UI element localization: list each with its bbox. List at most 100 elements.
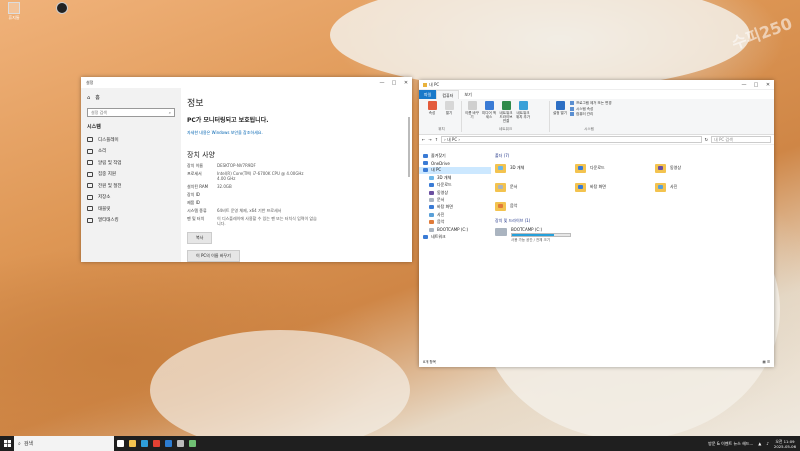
view-toggle-icons[interactable]: ▦ ☰ xyxy=(762,360,770,365)
news-widget[interactable]: 방문 & 이벤트 뉴스 헤드... xyxy=(708,441,753,447)
nav-item[interactable]: 문서 xyxy=(419,196,491,203)
close-button[interactable]: ✕ xyxy=(762,82,774,88)
nav-item[interactable]: 내 PC xyxy=(419,166,491,175)
back-icon[interactable]: ← xyxy=(422,137,425,142)
folders-section-header[interactable]: 폴더 (7) xyxy=(495,153,770,159)
address-bar[interactable]: › 내 PC › xyxy=(441,136,702,143)
nav-item[interactable]: 즐겨찾기 xyxy=(419,152,491,159)
refresh-icon[interactable]: ↻ xyxy=(705,137,708,142)
settings-content: 정보 PC가 모니터링되고 보호됩니다. 자세한 내용은 Windows 보안을… xyxy=(187,88,402,262)
nav-item-label: 즐겨찾기 xyxy=(431,152,446,158)
explorer-search-input[interactable]: 내 PC 검색 xyxy=(711,136,771,143)
forward-icon[interactable]: → xyxy=(428,137,431,142)
folder-label: 음악 xyxy=(510,203,518,208)
open-settings-button[interactable]: 설정 열기 xyxy=(553,101,567,118)
network-icon[interactable]: ▲ xyxy=(758,441,761,446)
add-network-location-button[interactable]: 네트워크 위치 추가 xyxy=(516,101,530,123)
task-view-taskbar-button[interactable] xyxy=(114,436,126,451)
minimize-button[interactable]: — xyxy=(738,82,750,88)
folder-item[interactable]: 다운로드 xyxy=(575,162,655,174)
computer-management-icon xyxy=(570,112,574,116)
media-access-button[interactable]: 미디어 액세스 xyxy=(482,101,496,123)
desktop-icon-recycle-bin[interactable]: 휴지통 xyxy=(2,2,26,20)
media-access-icon xyxy=(484,101,494,110)
nav-item[interactable]: 다운로드 xyxy=(419,182,491,189)
sidebar-item-sound[interactable]: 소리 xyxy=(81,146,181,158)
settings-taskbar-button[interactable] xyxy=(174,436,186,451)
home-nav[interactable]: ⌂ 홈 xyxy=(81,88,181,105)
sidebar-item-multitasking[interactable]: 멀티태스킹 xyxy=(81,215,181,227)
open-button[interactable]: 열기 xyxy=(442,101,456,115)
nav-item[interactable]: 바탕 화면 xyxy=(419,204,491,211)
tab-computer[interactable]: 컴퓨터 xyxy=(436,90,460,99)
folder-item[interactable]: 3D 개체 xyxy=(495,162,575,174)
explorer-titlebar[interactable]: 내 PC — □ ✕ xyxy=(419,80,774,90)
chrome-taskbar-button[interactable] xyxy=(150,436,162,451)
sidebar-item-tablet[interactable]: 태블릿 xyxy=(81,203,181,215)
tab-file[interactable]: 파일 xyxy=(419,90,437,99)
folder-item[interactable]: 문서 xyxy=(495,181,575,193)
folder-item[interactable]: 동영상 xyxy=(655,162,735,174)
clock[interactable]: 오전 11:09 2025-05-06 xyxy=(774,439,796,449)
windows-logo-icon xyxy=(3,440,11,447)
system-links: 프로그램 제거 또는 변경 시스템 속성 컴퓨터 관리 xyxy=(570,101,612,118)
nav-item-label: 문서 xyxy=(437,197,445,203)
protection-status: PC가 모니터링되고 보호됩니다. xyxy=(187,117,269,124)
navigation-pane: 즐겨찾기 OneDrive 내 PC 3D 개체 다운로드 동영상 문서 바탕 화면 사진 음악 B… xyxy=(419,148,491,358)
nav-item[interactable]: 동영상 xyxy=(419,189,491,196)
folder-item[interactable]: 음악 xyxy=(495,200,575,212)
sidebar-item-display[interactable]: 디스플레이 xyxy=(81,134,181,146)
nav-item[interactable]: 3D 개체 xyxy=(419,174,491,181)
maximize-button[interactable]: □ xyxy=(388,80,400,86)
nav-item[interactable]: 사진 xyxy=(419,211,491,218)
store-taskbar-button[interactable] xyxy=(162,436,174,451)
drives-section-header[interactable]: 장치 및 드라이브 (1) xyxy=(495,218,770,224)
maximize-button[interactable]: □ xyxy=(750,82,762,88)
properties-button[interactable]: 속성 xyxy=(425,101,439,115)
folder-item[interactable]: 바탕 화면 xyxy=(575,181,655,193)
start-button[interactable] xyxy=(0,436,14,451)
rename-button[interactable]: 이름 바꾸기 xyxy=(465,101,479,123)
pictures-icon xyxy=(429,212,434,217)
map-network-drive-button[interactable]: 네트워크 드라이브 연결 xyxy=(499,101,513,123)
nav-item[interactable]: OneDrive xyxy=(419,159,491,166)
map-network-drive-icon xyxy=(501,101,511,110)
copy-button[interactable]: 복사 xyxy=(187,232,213,244)
button-label: 네트워크 위치 추가 xyxy=(516,111,530,119)
rename-pc-button[interactable]: 이 PC의 이름 바꾸기 xyxy=(187,250,240,262)
nav-item[interactable]: 음악 xyxy=(419,219,491,226)
tab-view[interactable]: 보기 xyxy=(459,90,476,99)
security-link[interactable]: 자세한 내용은 Windows 보안을 참조하세요. xyxy=(187,130,402,136)
music-icon xyxy=(429,220,434,225)
settings-titlebar[interactable]: 설정 — □ ✕ xyxy=(81,77,412,88)
button-label: 속성 xyxy=(428,111,436,115)
sidebar-item-focus[interactable]: 집중 지원 xyxy=(81,169,181,181)
desktop-icon-shortcut[interactable] xyxy=(50,2,74,15)
up-icon[interactable]: ↑ xyxy=(435,137,438,142)
minimize-button[interactable]: — xyxy=(376,80,388,86)
copy-row: 복사 xyxy=(187,232,402,244)
button-label: 네트워크 드라이브 연결 xyxy=(499,111,513,123)
drive-item[interactable]: BOOTCAMP (C:) 사용 가능 공간 / 전체 크기 xyxy=(495,227,770,243)
nav-item[interactable]: 네트워크 xyxy=(419,233,491,240)
sidebar-item-notifications[interactable]: 알림 및 작업 xyxy=(81,157,181,169)
volume-icon[interactable]: ♪ xyxy=(766,441,769,446)
folder-label: 바탕 화면 xyxy=(590,184,606,189)
edge-taskbar-button[interactable] xyxy=(138,436,150,451)
settings-search-input[interactable]: 설정 검색 ⌕ xyxy=(87,108,175,117)
taskbar-search-input[interactable]: ⌕ 검색 xyxy=(14,436,114,451)
sidebar-item-power[interactable]: 전원 및 절전 xyxy=(81,180,181,192)
settings-icon xyxy=(176,440,184,447)
nav-item-label: 네트워크 xyxy=(431,233,446,239)
close-button[interactable]: ✕ xyxy=(400,80,412,86)
app-taskbar-button[interactable] xyxy=(186,436,198,451)
status-bar: 8개 항목 ▦ ☰ xyxy=(419,358,774,367)
file-explorer-taskbar-button[interactable] xyxy=(126,436,138,451)
folder-overlay-icon xyxy=(498,203,503,208)
folder-item[interactable]: 사진 xyxy=(655,181,735,193)
computer-management-link[interactable]: 컴퓨터 관리 xyxy=(570,112,612,118)
nav-item[interactable]: BOOTCAMP (C:) xyxy=(419,226,491,233)
folder-label: 다운로드 xyxy=(590,165,605,170)
scrollbar[interactable] xyxy=(408,117,410,177)
sidebar-item-storage[interactable]: 저장소 xyxy=(81,192,181,204)
